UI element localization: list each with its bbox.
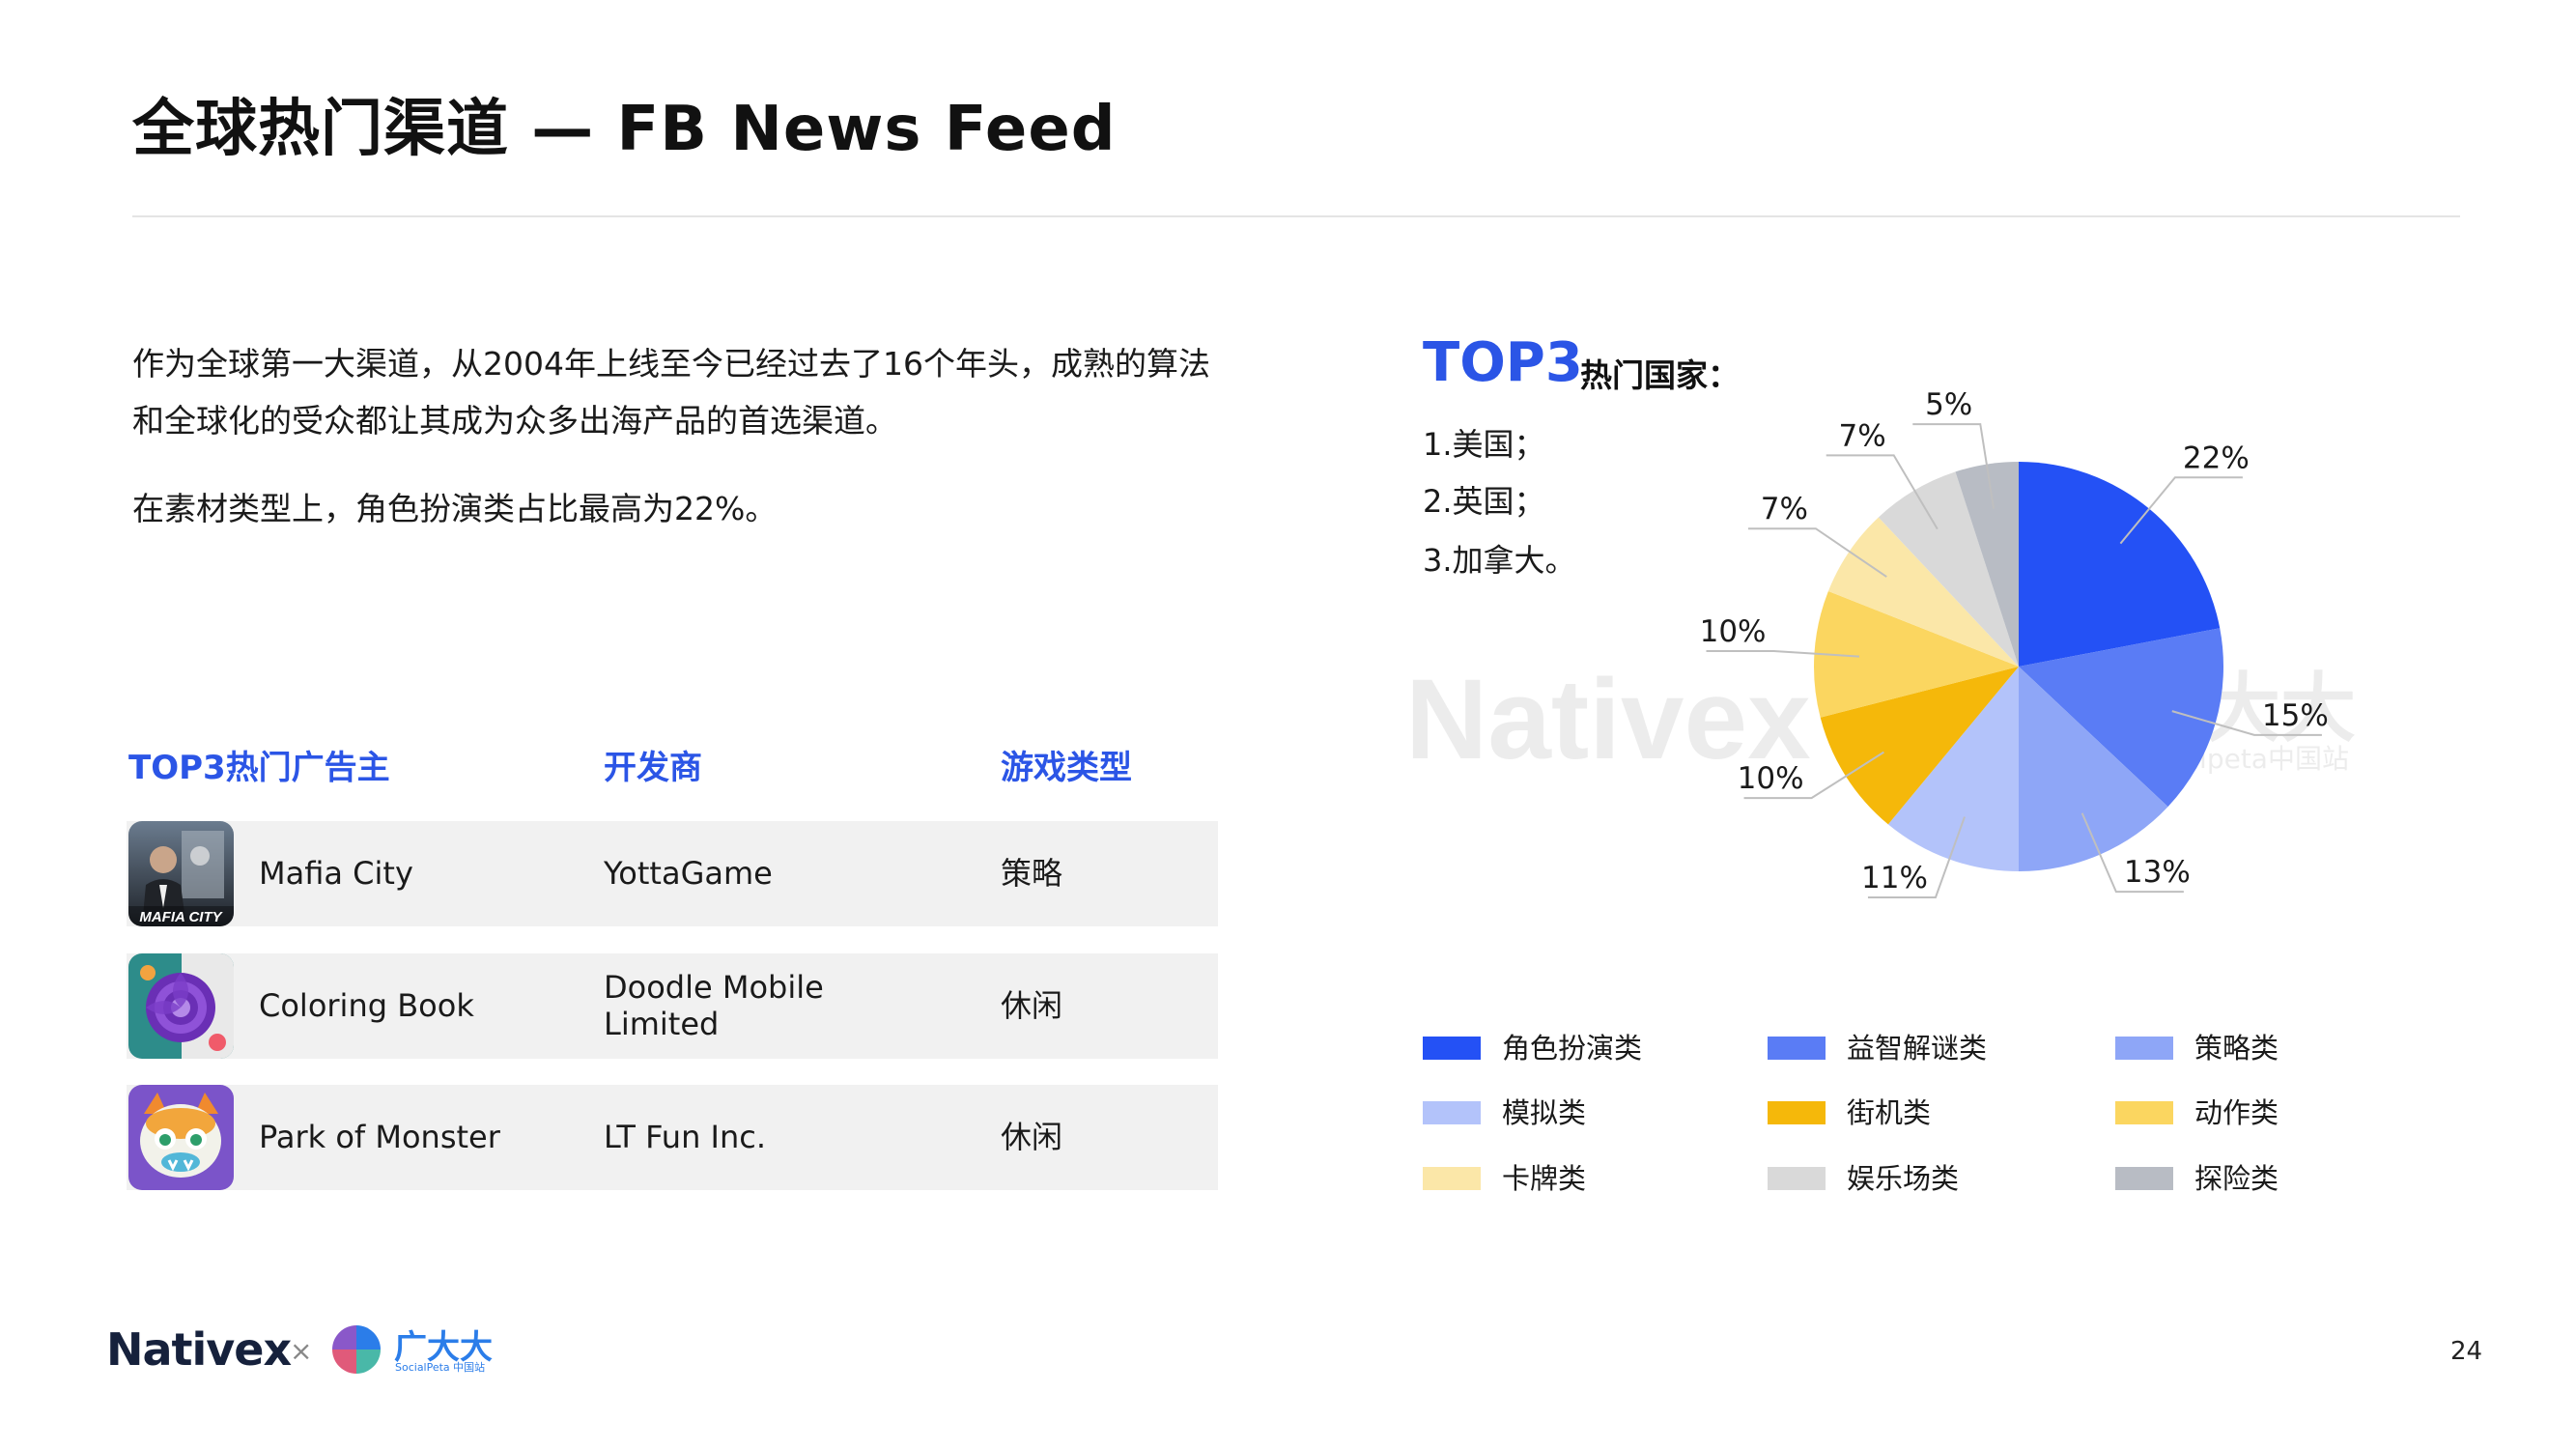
data-label: 15% [2262,698,2329,733]
nativex-logo: Nativex [106,1323,292,1376]
legend-label: 街机类 [1847,1096,1932,1129]
legend-swatch [1423,1167,1481,1190]
legend-swatch [1768,1167,1826,1190]
data-label: 13% [2124,855,2191,890]
footer-separator: × [290,1335,313,1367]
data-label: 10% [1738,761,1804,796]
legend-swatch [1768,1037,1826,1060]
data-label: 10% [1700,614,1767,649]
legend-swatch [1423,1037,1481,1060]
pie-chart: Nativex × 广大大 socialpeta中国站 22%15%13%11%… [1405,387,2356,898]
legend-label: 动作类 [2194,1096,2279,1129]
data-label: 11% [1861,861,1928,895]
legend-label: 益智解谜类 [1847,1032,1988,1065]
page-number: 24 [2450,1337,2483,1366]
socialpeta-logo-icon [332,1325,381,1374]
legend-swatch [1423,1101,1481,1124]
legend-swatch [2115,1037,2173,1060]
legend-label: 策略类 [2194,1032,2279,1065]
legend-label: 角色扮演类 [1502,1032,1643,1065]
data-label: 22% [2183,440,2250,475]
legend-label: 探险类 [2194,1162,2279,1195]
legend-swatch [1768,1101,1826,1124]
data-label: 5% [1925,387,1972,422]
legend-label: 模拟类 [1502,1096,1587,1129]
legend-swatch [2115,1101,2173,1124]
legend-swatch [2115,1167,2173,1190]
socialpeta-logo-subtext: SocialPeta 中国站 [395,1361,486,1374]
data-label: 7% [1761,492,1808,526]
legend-label: 娱乐场类 [1847,1162,1960,1195]
data-label: 7% [1839,418,1886,453]
legend-label: 卡牌类 [1502,1162,1587,1195]
